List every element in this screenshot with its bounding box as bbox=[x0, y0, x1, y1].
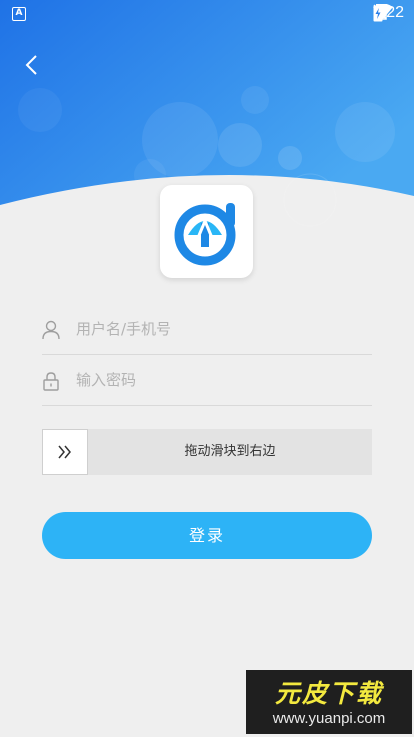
login-button[interactable]: 登录 bbox=[42, 512, 372, 559]
app-logo bbox=[160, 185, 253, 278]
watermark-url: www.yuanpi.com bbox=[272, 710, 386, 727]
slider-label: 拖动滑块到右边 bbox=[184, 444, 276, 459]
status-bar: A 7:22 bbox=[0, 0, 414, 30]
password-field[interactable] bbox=[42, 356, 372, 406]
username-field[interactable] bbox=[42, 305, 372, 355]
username-input[interactable] bbox=[76, 305, 366, 353]
slider-captcha: 拖动滑块到右边 bbox=[42, 429, 372, 475]
lock-icon bbox=[43, 372, 59, 391]
app-logo-icon bbox=[174, 203, 236, 266]
slider-handle[interactable] bbox=[42, 429, 88, 475]
user-icon bbox=[42, 320, 60, 340]
back-arrow-icon bbox=[25, 55, 37, 75]
status-app-icon: A bbox=[12, 7, 26, 21]
password-input[interactable] bbox=[76, 356, 366, 404]
battery-charging-icon bbox=[373, 4, 383, 22]
watermark: 元皮下载 www.yuanpi.com bbox=[246, 670, 412, 734]
back-button[interactable] bbox=[18, 50, 48, 80]
watermark-title: 元皮下载 bbox=[274, 679, 383, 708]
double-chevron-right-icon bbox=[58, 445, 71, 459]
